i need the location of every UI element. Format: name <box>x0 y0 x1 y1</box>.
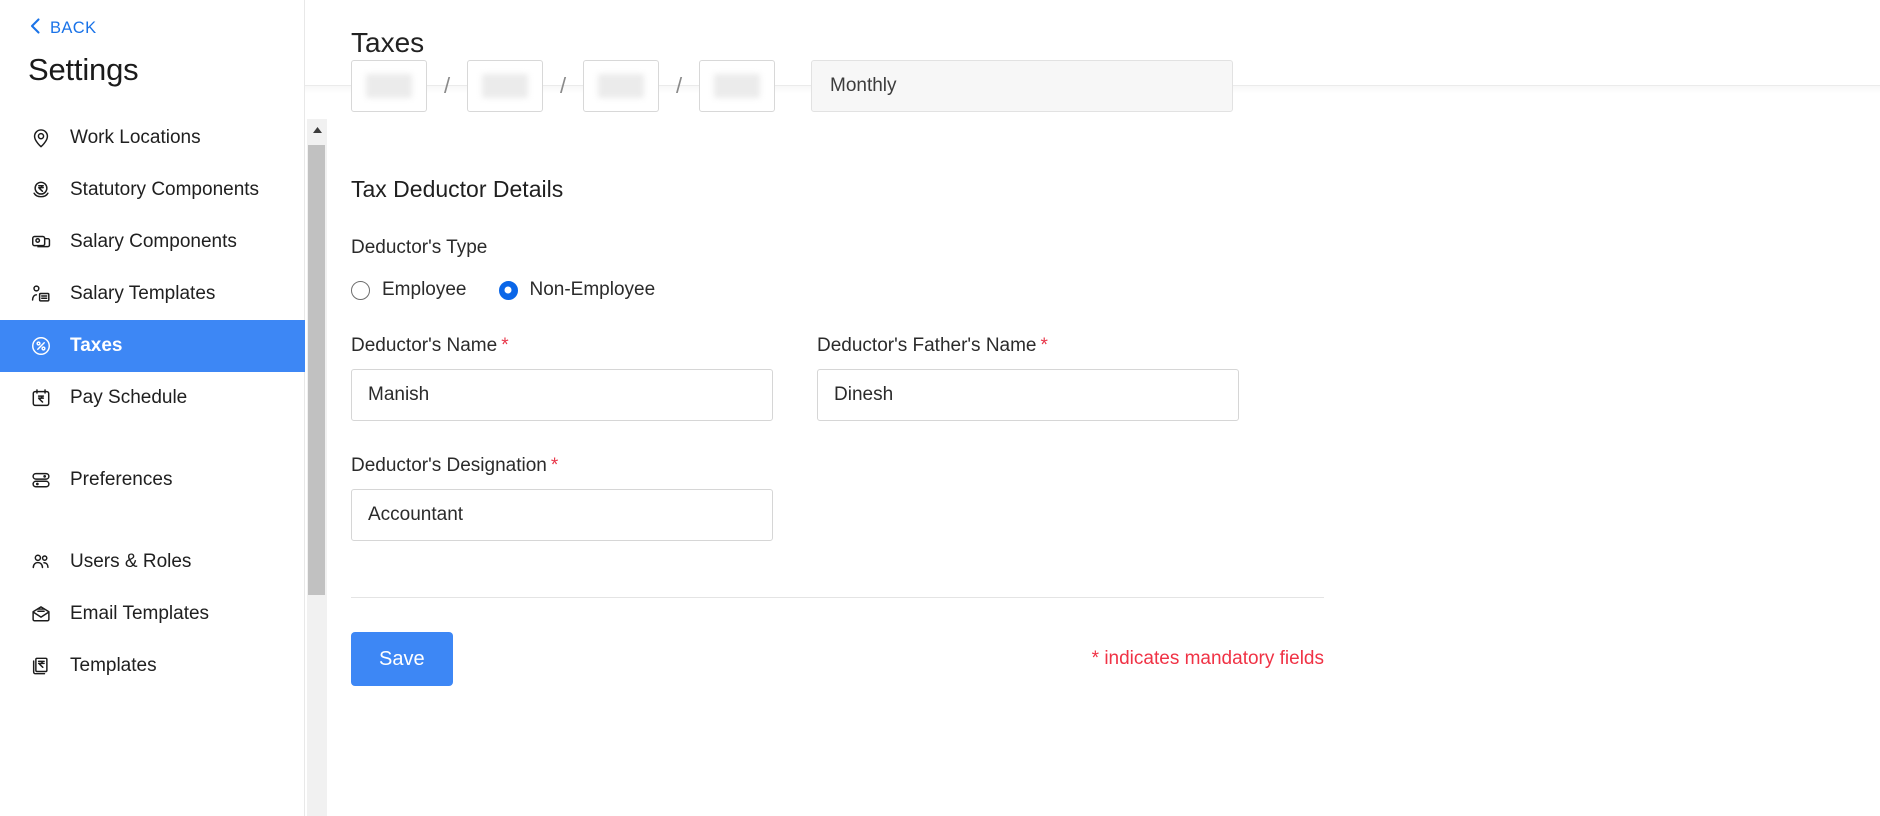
sidebar-item-salary-templates[interactable]: Salary Templates <box>0 268 304 320</box>
sidebar-item-label: Salary Components <box>70 231 237 253</box>
envelope-icon <box>28 601 54 627</box>
radio-option-employee[interactable]: Employee <box>351 279 467 301</box>
sidebar-scrollbar[interactable] <box>307 119 327 816</box>
sidebar-item-statutory-components[interactable]: Statutory Components <box>0 164 304 216</box>
sidebar-item-salary-components[interactable]: Salary Components <box>0 216 304 268</box>
sidebar-item-label: Preferences <box>70 469 172 491</box>
sidebar-item-pay-schedule[interactable]: Pay Schedule <box>0 372 304 424</box>
nav-group-general: Work Locations Statutory Components <box>0 112 304 424</box>
sliders-icon <box>28 467 54 493</box>
sidebar-item-label: Salary Templates <box>70 283 215 305</box>
mandatory-fields-note: * indicates mandatory fields <box>1092 648 1324 670</box>
tan-separator-2: / <box>543 60 583 112</box>
back-link[interactable]: BACK <box>0 0 304 40</box>
deductor-name-label: Deductor's Name* <box>351 335 773 357</box>
radio-indicator-non-employee[interactable] <box>499 281 518 300</box>
required-asterisk: * <box>501 335 508 356</box>
nav-group-admin: Users & Roles Email Templates <box>0 536 304 692</box>
radio-label-non-employee: Non-Employee <box>530 279 656 301</box>
tan-separator-1: / <box>427 60 467 112</box>
tan-segment-input-4[interactable] <box>699 60 775 112</box>
deductor-father-name-field-group: Deductor's Father's Name* <box>817 301 1239 421</box>
required-asterisk: * <box>551 455 558 476</box>
person-document-icon <box>28 281 54 307</box>
wallet-icon <box>28 229 54 255</box>
users-icon <box>28 549 54 575</box>
chevron-left-icon <box>28 17 42 40</box>
app-root: BACK Settings Work Locations <box>0 0 1880 816</box>
scroll-up-arrow-icon[interactable] <box>307 119 327 140</box>
sidebar-item-label: Pay Schedule <box>70 387 187 409</box>
settings-sidebar: BACK Settings Work Locations <box>0 0 305 816</box>
tan-segment-input-1[interactable] <box>351 60 427 112</box>
sidebar-item-label: Statutory Components <box>70 179 259 201</box>
tan-segment-value-3 <box>598 74 644 98</box>
deductor-name-row: Deductor's Name* Deductor's Father's Nam… <box>351 301 1834 421</box>
tan-segment-value-2 <box>482 74 528 98</box>
required-asterisk: * <box>1041 335 1048 356</box>
radio-option-non-employee[interactable]: Non-Employee <box>499 279 656 301</box>
sidebar-item-label: Email Templates <box>70 603 209 625</box>
sidebar-title: Settings <box>0 40 304 88</box>
rupee-document-icon <box>28 653 54 679</box>
deductor-designation-field-group: Deductor's Designation* <box>351 421 773 541</box>
deductor-name-label-text: Deductor's Name <box>351 335 497 356</box>
deductor-designation-input[interactable] <box>351 489 773 541</box>
radio-label-employee: Employee <box>382 279 467 301</box>
sidebar-item-preferences[interactable]: Preferences <box>0 454 304 506</box>
tan-segment-value-4 <box>714 74 760 98</box>
tan-segment-input-2[interactable] <box>467 60 543 112</box>
sidebar-item-templates[interactable]: Templates <box>0 640 304 692</box>
nav-group-preferences: Preferences <box>0 454 304 506</box>
sidebar-item-label: Templates <box>70 655 157 677</box>
rupee-coin-icon <box>28 177 54 203</box>
radio-indicator-employee[interactable] <box>351 281 370 300</box>
deductor-designation-row: Deductor's Designation* <box>351 421 1834 541</box>
deductor-name-field-group: Deductor's Name* <box>351 301 773 421</box>
deduction-period-field[interactable]: Monthly <box>811 60 1233 112</box>
deductor-father-name-label: Deductor's Father's Name* <box>817 335 1239 357</box>
deductor-father-name-input[interactable] <box>817 369 1239 421</box>
calendar-rupee-icon <box>28 385 54 411</box>
sidebar-item-label: Taxes <box>70 335 122 357</box>
deductor-type-label: Deductor's Type <box>351 237 1834 259</box>
main-content: Taxes / / / <box>305 0 1880 816</box>
deductor-father-name-label-text: Deductor's Father's Name <box>817 335 1037 356</box>
sidebar-scrollbar-thumb[interactable] <box>308 145 325 595</box>
sidebar-item-work-locations[interactable]: Work Locations <box>0 112 304 164</box>
nav-group-divider <box>0 424 304 454</box>
save-button[interactable]: Save <box>351 632 453 686</box>
sidebar-item-label: Work Locations <box>70 127 201 149</box>
deductor-designation-label-text: Deductor's Designation <box>351 455 547 476</box>
form-divider <box>351 597 1324 598</box>
form-content: / / / Monthly Tax Deductor Details Deduc… <box>305 60 1880 686</box>
tan-segment-value-1 <box>366 74 412 98</box>
deductor-name-input[interactable] <box>351 369 773 421</box>
sidebar-item-label: Users & Roles <box>70 551 191 573</box>
tan-number-row: / / / Monthly <box>351 60 1834 112</box>
location-pin-icon <box>28 125 54 151</box>
page-title: Taxes <box>351 27 424 59</box>
nav-group-divider-2 <box>0 506 304 536</box>
back-label: BACK <box>50 19 97 38</box>
deductor-designation-label: Deductor's Designation* <box>351 455 773 477</box>
settings-nav: Work Locations Statutory Components <box>0 112 304 692</box>
sidebar-item-taxes[interactable]: Taxes <box>0 320 305 372</box>
tan-segment-input-3[interactable] <box>583 60 659 112</box>
sidebar-item-email-templates[interactable]: Email Templates <box>0 588 304 640</box>
section-title-tax-deductor-details: Tax Deductor Details <box>351 176 1834 203</box>
deductor-type-radio-group: Employee Non-Employee <box>351 279 1834 301</box>
sidebar-item-users-roles[interactable]: Users & Roles <box>0 536 304 588</box>
form-footer: Save * indicates mandatory fields <box>351 632 1324 686</box>
percent-circle-icon <box>28 333 54 359</box>
tan-separator-3: / <box>659 60 699 112</box>
